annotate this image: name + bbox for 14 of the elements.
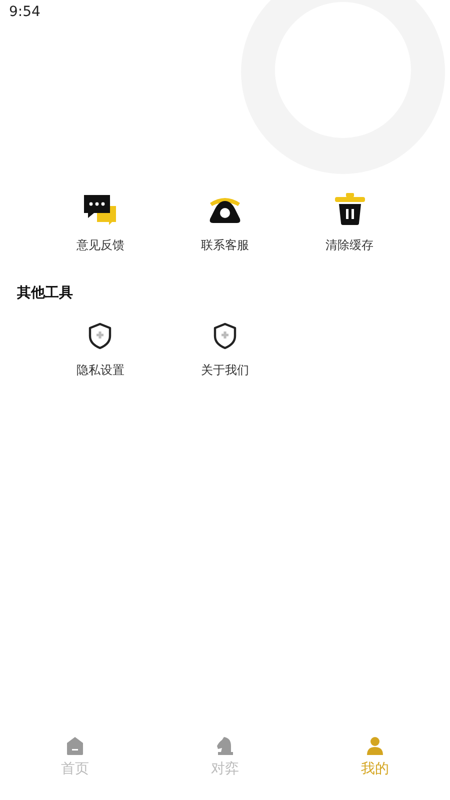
home-icon (65, 736, 85, 756)
shield-icon (212, 322, 238, 350)
shield-icon (87, 322, 114, 350)
status-time: 9:54 (9, 4, 40, 20)
section-title: 其他工具 (17, 284, 73, 302)
tool-item[interactable]: 隐私设置 (38, 322, 163, 379)
tool-item[interactable]: 意见反馈 (38, 193, 163, 254)
tool-item[interactable]: 清除缓存 (287, 193, 412, 254)
user-icon (365, 736, 385, 756)
chat-icon (83, 193, 118, 227)
trash-icon (332, 193, 367, 227)
tool-item[interactable]: 关于我们 (162, 322, 288, 379)
tool-item[interactable]: 联系客服 (162, 193, 288, 254)
chess-knight-icon (215, 736, 235, 756)
